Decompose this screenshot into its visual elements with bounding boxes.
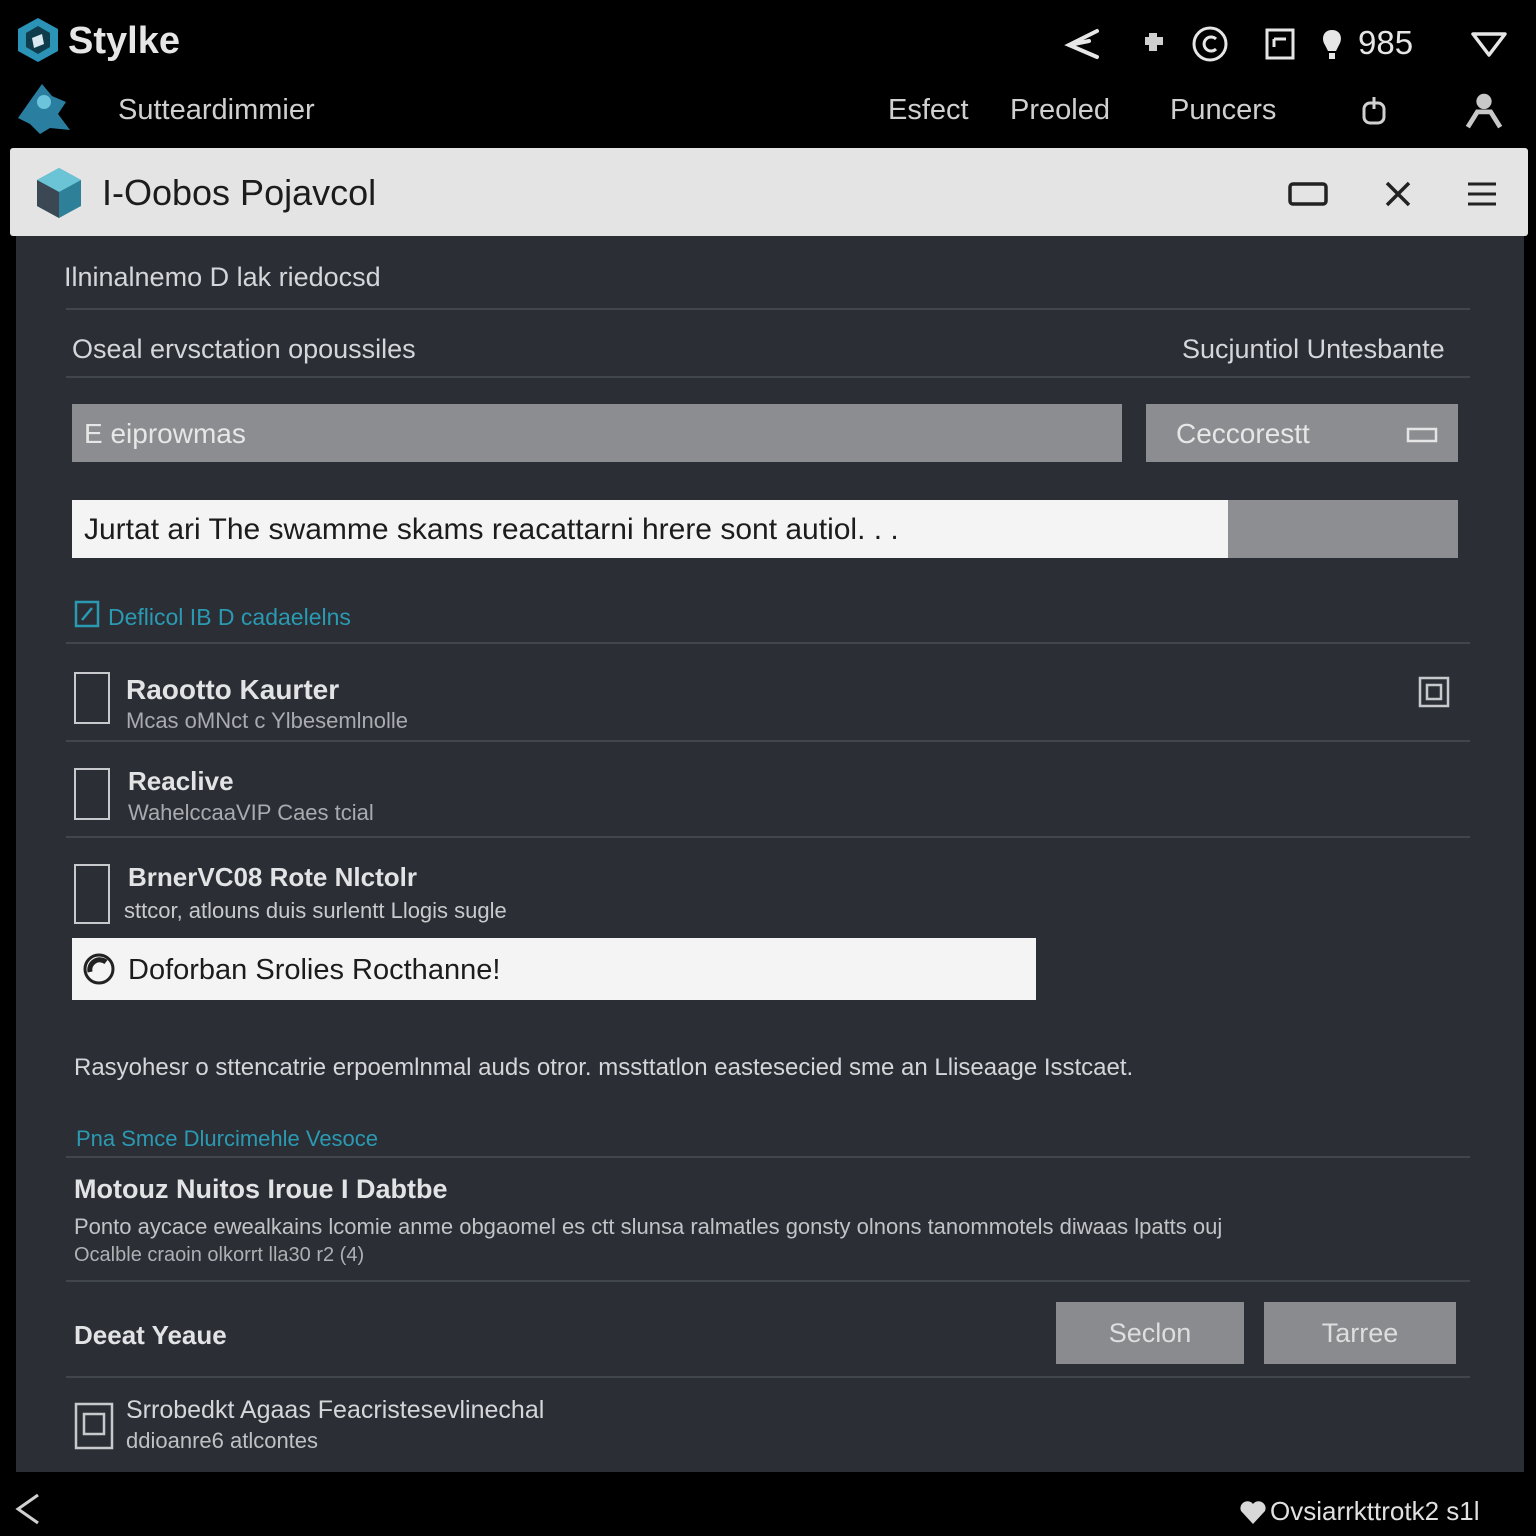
list-item[interactable]: Srrobedkt Agaas Feacristesevlinechal ddi… <box>66 1388 1470 1464</box>
list-item-subtitle: ddioanre6 atlcontes <box>126 1428 319 1453</box>
details-link[interactable]: Deflicol IB D cadaelelns <box>108 604 351 631</box>
nav-link-2[interactable]: Puncers <box>1170 94 1276 127</box>
spinner-icon <box>83 953 115 985</box>
window-title: I-Oobos Pojavcol <box>102 172 377 213</box>
section-label: Oseal ervsctation opoussiles <box>72 334 416 364</box>
list-item-subtitle: WahelccaaVIP Caes tcial <box>128 800 374 825</box>
divider <box>66 740 1470 742</box>
chevron-down-icon[interactable] <box>1466 24 1512 64</box>
top-bar <box>0 0 1536 150</box>
message-input[interactable]: Jurtat ari The swamme skams reacattarni … <box>72 500 1228 558</box>
search-input[interactable]: E eiprowmas <box>72 404 1122 462</box>
share-icon[interactable] <box>1062 24 1102 64</box>
menu-icon[interactable] <box>1458 172 1506 216</box>
list-item-subtitle: Mcas oMNct c Ylbesemlnolle <box>126 708 409 733</box>
edit-icon <box>74 600 100 628</box>
list-item[interactable]: Reaclive WahelccaaVIP Caes tcial <box>66 752 1470 834</box>
gesture-icon[interactable] <box>1354 90 1394 130</box>
app-mascot-icon <box>18 84 70 134</box>
list-item-title: Srrobedkt Agaas Feacristesevlinechal <box>126 1396 545 1424</box>
divider <box>66 1280 1470 1282</box>
file-icon <box>74 864 110 924</box>
app-subtitle: Sutteardimmier <box>118 94 315 126</box>
description-line: Ocalble craoin olkorrt lla30 r2 (4) <box>74 1244 365 1266</box>
puzzle-icon[interactable] <box>1136 24 1176 64</box>
close-icon[interactable] <box>1374 172 1422 216</box>
notification-count: 985 <box>1358 24 1414 61</box>
footer-label: Deeat Yeaue <box>74 1320 227 1350</box>
document-icon <box>74 1402 114 1450</box>
nav-link-1[interactable]: Preoled <box>1010 94 1110 127</box>
back-icon[interactable] <box>12 1492 44 1526</box>
list-item-title: Reaclive <box>128 766 234 796</box>
divider <box>66 308 1470 310</box>
send-button[interactable] <box>1228 500 1458 558</box>
divider <box>66 1376 1470 1378</box>
content-heading: Ilninalnemo D lak riedocsd <box>64 262 381 292</box>
divider <box>66 376 1470 378</box>
user-icon[interactable] <box>1464 90 1504 130</box>
select-value: Ceccorestt <box>1176 418 1310 449</box>
divider <box>66 1156 1470 1158</box>
app-title: Stylke <box>68 20 180 62</box>
brand-logo-icon <box>18 18 58 62</box>
list-item[interactable]: BrnerVC08 Rote Nlctolr sttcor, atlouns d… <box>66 848 1470 930</box>
section-heading: Motouz Nuitos Iroue I Dabtbe <box>74 1174 448 1204</box>
search-input-value: E eiprowmas <box>84 418 246 449</box>
window-logo-icon <box>37 168 81 218</box>
message-input-value: Jurtat ari The swamme skams reacattarni … <box>84 513 899 546</box>
file-icon <box>74 768 110 820</box>
highlight-field[interactable]: Doforban Srolies Rocthanne! <box>72 938 1036 1000</box>
section-button[interactable]: Seclon <box>1056 1302 1244 1364</box>
maximize-icon[interactable] <box>1284 172 1332 216</box>
nav-link-0[interactable]: Esfect <box>888 94 969 127</box>
copyright-icon[interactable] <box>1190 24 1230 64</box>
secondary-link[interactable]: Pna Smce Dlurcimehle Vesoce <box>76 1126 378 1152</box>
expand-icon <box>1406 427 1438 443</box>
terre-button[interactable]: Tarree <box>1264 1302 1456 1364</box>
list-item-title: BrnerVC08 Rote Nlctolr <box>128 862 417 892</box>
document-icon[interactable] <box>1260 24 1300 64</box>
highlight-text: Doforban Srolies Rocthanne! <box>128 954 501 986</box>
file-icon <box>74 672 110 724</box>
open-icon[interactable] <box>1418 676 1450 708</box>
section-right-label: Sucjuntiol Untesbante <box>1182 334 1445 364</box>
list-item-subtitle: sttcor, atlouns duis surlentt Llogis sug… <box>124 898 507 923</box>
divider <box>66 836 1470 838</box>
paragraph: Rasyohesr o sttencatrie erpoemlnmal auds… <box>74 1054 1134 1081</box>
status-label: Ovsiarrkttrotk2 s1l <box>1270 1496 1480 1526</box>
list-item[interactable]: Raootto Kaurter Mcas oMNct c Ylbesemlnol… <box>66 660 1470 740</box>
list-item-title: Raootto Kaurter <box>126 674 340 705</box>
divider <box>66 642 1470 644</box>
bulb-icon[interactable] <box>1312 24 1352 64</box>
select-dropdown[interactable]: Ceccorestt <box>1146 404 1458 462</box>
description-line: Ponto aycace ewealkains lcomie anme obga… <box>74 1214 1223 1239</box>
heart-icon <box>1240 1501 1266 1524</box>
